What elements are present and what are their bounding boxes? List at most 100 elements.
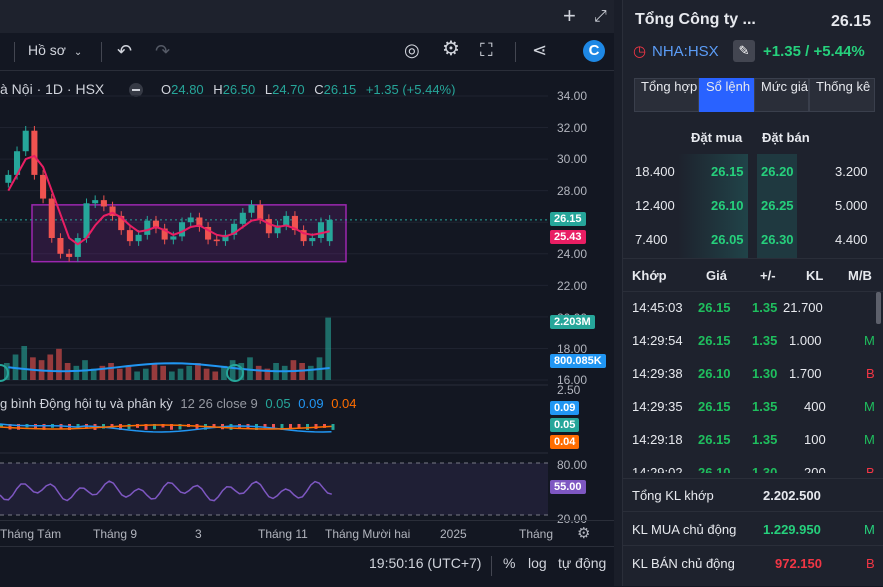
order-book-panel: Tổng Công ty ... 26.15 ◷ NHA:HSX ✎ +1.35… [622,0,883,586]
trade-change: 1.35 [752,333,778,348]
candle-body [317,222,325,238]
candle-body [66,253,73,257]
fullscreen-icon[interactable]: ⛶ [480,41,493,59]
trade-side: B [866,366,875,381]
axis-tick: 30.00 [557,152,588,166]
volume-ma-badge: 800.085K [550,354,606,368]
log-toggle[interactable]: log [528,555,547,571]
time-header: Khớp [632,268,667,283]
chart-area[interactable]: à Nội · 1D · HSX O24.80 H26.50 L24.70 C2… [0,71,622,546]
candle-body [283,215,290,226]
trade-volume: 1.000 [789,333,822,348]
macd-params: 12 26 close 9 [180,396,258,411]
tab-order-book[interactable]: Sổ lệnh [699,78,754,112]
time-tick: 3 [195,527,202,541]
candle-body [74,238,81,257]
summary-label: KL BÁN chủ động [632,556,735,571]
undo-icon[interactable]: ↶ [117,42,132,60]
clock-icon: ◷ [633,43,647,60]
tab-summary[interactable]: Tổng hợp [634,78,699,112]
candle-body [48,198,55,238]
summary-value: 1.229.950 [763,522,821,537]
summary-value: 972.150 [775,556,822,571]
percent-toggle[interactable]: % [503,555,515,571]
redo-icon[interactable]: ↷ [155,42,170,60]
candle-body [135,234,142,242]
divider [14,42,15,62]
trade-price: 26.10 [698,465,731,473]
volume-bar [116,368,123,380]
volume-bar [125,365,132,380]
edit-icon[interactable]: ✎ [733,40,755,62]
plus-icon[interactable]: + [563,5,576,27]
divider [623,545,883,546]
panel-change: +1.35 / +5.44% [763,43,865,60]
chart-scrollbar[interactable] [614,0,622,586]
candle-body [309,238,316,242]
brand-logo-icon[interactable]: C [583,40,605,62]
volume-bar [203,368,210,380]
candle-body [144,220,151,235]
buy-header: Đặt mua [691,130,743,145]
ticker-label[interactable]: NHA:HSX [652,43,719,60]
macd-value-3: 0.04 [331,396,357,411]
volume-bar [21,346,28,380]
auto-toggle[interactable]: tự động [558,555,606,571]
divider [491,556,492,576]
trades-header: Khớp Giá +/- KL M/B [623,258,883,292]
trade-volume: 200 [804,465,826,473]
expand-icon[interactable]: ⤢ [594,8,607,26]
volume-bar [307,365,314,380]
volume-bar [151,363,158,380]
share-icon[interactable]: ⋖ [532,41,547,59]
time-tick: Tháng [519,527,554,541]
time-axis: Tháng Tám Tháng 9 3 Tháng 11 Tháng Mười … [0,520,614,547]
ask-price: 26.20 [761,164,794,179]
axis-tick: 32.00 [557,121,588,135]
volume-bar [212,371,219,380]
replay-icon[interactable]: ◎ [404,41,420,59]
candle-body [100,200,107,207]
trade-price: 26.15 [698,333,731,348]
volume-bar [195,363,201,380]
volume-bar [56,348,62,380]
bid-volume: 7.400 [635,232,668,247]
summary-section: Tổng KL khớp 2.202.500 KL MUA chủ động 1… [623,478,883,587]
divider [623,511,883,512]
tab-statistics[interactable]: Thống kê [809,78,875,112]
trade-change: 1.35 [752,300,778,315]
macd-value-1: 0.05 [265,396,291,411]
tab-price-level[interactable]: Mức giá [754,78,809,112]
volume-bar [255,365,262,380]
summary-side: B [866,556,875,571]
gear-icon[interactable]: ⚙ [442,39,460,59]
trade-volume: 1.700 [789,366,822,381]
panel-price: 26.15 [831,13,872,30]
trade-time: 14:29:18 [632,432,683,447]
time-tick: Tháng Mười hai [325,527,411,541]
trade-price: 26.10 [698,366,731,381]
axis-tick: 2.50 [557,383,581,397]
signal-badge: 0.05 [550,418,580,432]
trade-price: 26.15 [698,432,731,447]
axis-tick: 22.00 [557,279,588,293]
volume-bar [169,371,175,380]
trades-scrollbar[interactable] [876,292,881,324]
ask-volume: 4.400 [835,232,868,247]
price-chart-svg[interactable] [0,71,614,546]
histogram-badge: 0.04 [550,435,580,449]
trade-side: M [864,333,875,348]
trades-list[interactable]: 14:45:03 26.15 1.35 21.700 14:29:54 26.1… [623,291,883,473]
trade-row: 14:29:18 26.15 1.35 100 M [623,423,883,456]
settings-icon[interactable]: ⚙ [577,524,590,542]
trade-volume: 400 [804,399,826,414]
ask-price: 26.30 [761,232,794,247]
candle-body [239,212,246,224]
trade-change: 1.35 [752,399,778,414]
trade-time: 14:45:03 [632,300,683,315]
axis-tick: 28.00 [557,184,588,198]
template-dropdown[interactable]: Hồ sơ ⌄ [28,42,82,58]
trade-row: 14:45:03 26.15 1.35 21.700 [623,291,883,324]
volume-bar [73,365,80,380]
bid-price: 26.05 [711,232,744,247]
